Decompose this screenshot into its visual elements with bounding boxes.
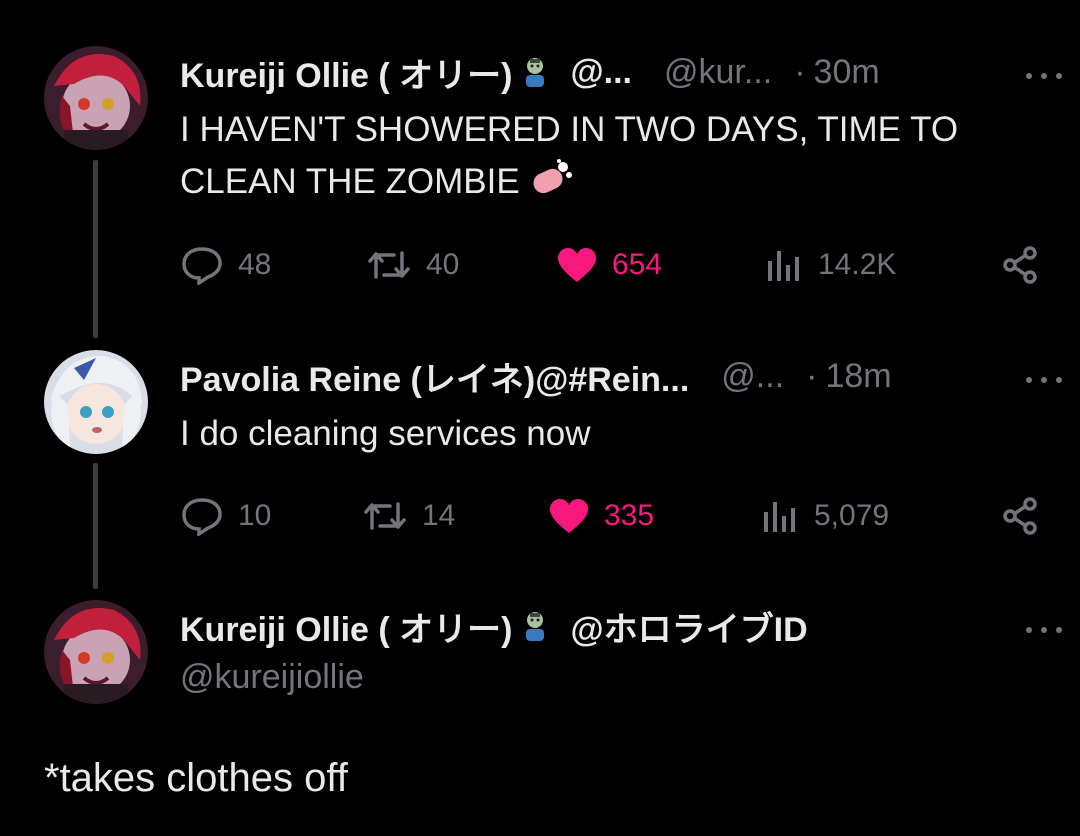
reply-icon: [182, 498, 222, 536]
views-count: 14.2K: [818, 248, 897, 281]
separator-dot: ·: [794, 52, 806, 91]
more-options-icon[interactable]: [1026, 370, 1062, 390]
display-name[interactable]: Kureiji Ollie ( オリー): [180, 48, 512, 97]
tweet-text: *takes clothes off: [44, 756, 348, 800]
retweet-icon: [368, 251, 410, 279]
avatar[interactable]: [44, 46, 148, 150]
separator-dot: ·: [806, 356, 818, 395]
handle[interactable]: @...: [721, 357, 784, 396]
heart-icon: [550, 499, 588, 533]
reply-count: 48: [238, 248, 272, 281]
tweet-text: I HAVEN'T SHOWERED IN TWO DAYS, TIME TO …: [180, 104, 1040, 208]
like-count: 654: [612, 248, 663, 281]
tweet-text: I do cleaning services now: [180, 414, 591, 453]
retweet-button[interactable]: 14: [362, 494, 455, 538]
tweet-header: Pavolia Reine (レイネ)@#Rein... @... · 18m: [180, 352, 1040, 401]
views-icon: [768, 251, 799, 281]
display-name-suffix[interactable]: @ホロライブID: [570, 602, 807, 651]
share-icon[interactable]: [1000, 245, 1040, 290]
like-button[interactable]: 335: [548, 494, 654, 538]
views-count: 5,079: [814, 499, 890, 532]
soap-icon: [529, 159, 573, 201]
display-name[interactable]: Pavolia Reine (レイネ)@#Rein...: [180, 352, 689, 401]
tweet-2[interactable]: Pavolia Reine (レイネ)@#Rein... @... · 18m …: [0, 330, 1080, 590]
reply-button[interactable]: 10: [180, 494, 271, 538]
tweet-text-line-content: CLEAN THE ZOMBIE: [180, 162, 520, 201]
display-name[interactable]: Kureiji Ollie ( オリー): [180, 602, 512, 651]
tweet-actions: 10 14 335 5,079: [180, 494, 1040, 538]
share-icon[interactable]: [1000, 496, 1040, 541]
retweet-button[interactable]: 40: [366, 243, 459, 287]
heart-icon: [558, 248, 596, 282]
timestamp[interactable]: 18m: [825, 357, 891, 396]
more-options-icon[interactable]: [1026, 620, 1062, 640]
tweet-header: Kureiji Ollie ( オリー) @... @kur... · 30m: [180, 48, 1040, 97]
tweet-text-line: I HAVEN'T SHOWERED IN TWO DAYS, TIME TO: [180, 110, 959, 149]
zombie-icon: [518, 607, 552, 646]
like-count: 335: [604, 499, 655, 532]
views-icon: [764, 502, 795, 532]
tweet-header: Kureiji Ollie ( オリー) @ホロライブID: [180, 602, 1040, 651]
avatar[interactable]: [44, 350, 148, 454]
views-button[interactable]: 5,079: [760, 494, 889, 538]
tweet-actions: 48 40 654 14.2K: [180, 243, 1040, 287]
retweet-count: 40: [426, 248, 460, 281]
views-button[interactable]: 14.2K: [764, 243, 896, 287]
handle-truncated[interactable]: @...: [570, 53, 632, 92]
avatar[interactable]: [44, 600, 148, 704]
tweet-text-line-2: CLEAN THE ZOMBIE: [180, 156, 1040, 208]
tweet-1[interactable]: Kureiji Ollie ( オリー) @... @kur... · 30m …: [0, 0, 1080, 330]
like-button[interactable]: 654: [556, 243, 662, 287]
retweet-count: 14: [422, 499, 456, 532]
reply-count: 10: [238, 499, 272, 532]
reply-button[interactable]: 48: [180, 243, 271, 287]
handle[interactable]: @kur...: [664, 53, 772, 92]
zombie-icon: [518, 53, 552, 92]
handle[interactable]: @kureijiollie: [180, 658, 364, 697]
more-options-icon[interactable]: [1026, 66, 1062, 86]
reply-icon: [182, 247, 222, 285]
retweet-icon: [364, 502, 406, 530]
timestamp[interactable]: 30m: [814, 53, 880, 92]
